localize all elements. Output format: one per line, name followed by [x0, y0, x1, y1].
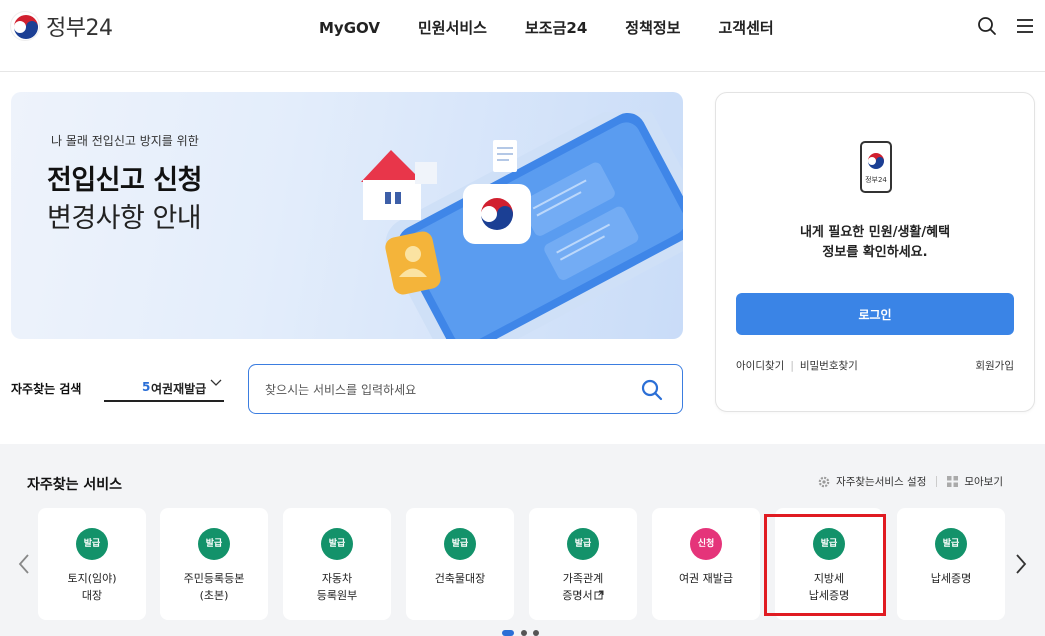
menu-icon[interactable] [1014, 15, 1036, 37]
service-card-label: 건축물대장 [406, 570, 514, 587]
service-card-label-line1: 가족관계 [562, 572, 604, 585]
service-card-label-line1: 납세증명 [930, 572, 972, 585]
signup-link[interactable]: 회원가입 [975, 358, 1014, 373]
favorite-tools: 자주찾는서비스 설정 모아보기 [818, 474, 1003, 489]
hero-banner[interactable]: 나 몰래 전입신고 방지를 위한 전입신고 신청 변경사항 안내 [11, 92, 683, 339]
service-card-building-register[interactable]: 발급 건축물대장 [406, 508, 514, 620]
service-card-tax-certificate[interactable]: 발급 납세증명 [897, 508, 1005, 620]
service-card-label-line2-text: 증명서 [562, 589, 593, 602]
login-button[interactable]: 로그인 [736, 293, 1014, 335]
find-password-link[interactable]: 비밀번호찾기 [800, 360, 858, 372]
hero-title-line2: 변경사항 안내 [47, 203, 202, 234]
main-nav: MyGOV 민원서비스 보조금24 정책정보 고객센터 [300, 16, 793, 40]
hero-title: 전입신고 신청 [47, 165, 202, 196]
view-all-label: 모아보기 [964, 476, 1003, 488]
issue-badge: 발급 [567, 528, 599, 560]
keyword-text: 여권재발급 [151, 382, 207, 396]
header: 정부24 MyGOV 민원서비스 보조금24 정책정보 고객센터 [0, 0, 1045, 72]
service-card-label-line2: 증명서 [529, 587, 637, 604]
service-card-label-line1: 주민등록등본 [183, 572, 245, 585]
service-card-label: 토지(임야) 대장 [38, 570, 146, 604]
login-message: 내게 필요한 민원/생활/혜택 정보를 확인하세요. [716, 223, 1034, 263]
service-card-family-relation[interactable]: 발급 가족관계 증명서 [529, 508, 637, 620]
service-card-label: 주민등록등본 (초본) [160, 570, 268, 604]
keyword-rank: 5 [142, 380, 151, 394]
gear-icon [818, 476, 830, 487]
service-card-label: 여권 재발급 [652, 570, 760, 587]
account-links: 아이디찾기 | 비밀번호찾기 회원가입 [736, 358, 1014, 373]
service-card-label: 지방세 납세증명 [775, 570, 883, 604]
service-card-local-tax-certificate[interactable]: 발급 지방세 납세증명 [775, 508, 883, 620]
frequent-keyword-select[interactable]: 5 여권재발급 [104, 372, 224, 402]
nav-item-subsidy[interactable]: 보조금24 [506, 16, 606, 40]
service-card-label-line2: 납세증명 [808, 589, 850, 602]
service-card-label-line2: 대장 [81, 589, 103, 602]
nav-item-mygov[interactable]: MyGOV [300, 16, 399, 40]
frequent-search-label: 자주찾는 검색 [11, 382, 82, 396]
carousel-next-icon[interactable] [1013, 552, 1029, 576]
external-link-icon [594, 590, 604, 600]
service-card-passport-reissue[interactable]: 신청 여권 재발급 [652, 508, 760, 620]
favorite-settings-button[interactable]: 자주찾는서비스 설정 [818, 474, 926, 489]
search-submit-icon[interactable] [640, 378, 664, 402]
issue-badge: 발급 [935, 528, 967, 560]
find-id-link[interactable]: 아이디찾기 [736, 360, 784, 372]
hero-illustration [361, 112, 683, 339]
favorite-services-title: 자주찾는 서비스 [27, 477, 123, 493]
search-input[interactable] [265, 377, 625, 403]
nav-item-customer-center[interactable]: 고객센터 [699, 16, 792, 40]
service-card-label: 자동차 등록원부 [283, 570, 391, 604]
service-card-label-line1: 토지(임야) [67, 572, 117, 585]
link-divider: | [790, 360, 794, 372]
service-card-label: 납세증명 [897, 570, 1005, 587]
service-card-label: 가족관계 증명서 [529, 570, 637, 604]
taegeuk-logo-icon [10, 11, 40, 41]
phone-logo-text: 정부24 [865, 176, 887, 184]
phone-icon: 정부24 [860, 141, 892, 193]
login-card: 정부24 내게 필요한 민원/생활/혜택 정보를 확인하세요. 로그인 아이디찾… [715, 92, 1035, 412]
favorite-settings-label: 자주찾는서비스 설정 [836, 476, 927, 488]
grid-icon [947, 476, 959, 487]
service-card-label-line1: 지방세 [813, 572, 845, 585]
nav-item-civil-service[interactable]: 민원서비스 [399, 16, 506, 40]
service-card-label-line2: (초본) [199, 589, 229, 602]
service-card-resident-registration[interactable]: 발급 주민등록등본 (초본) [160, 508, 268, 620]
issue-badge: 발급 [813, 528, 845, 560]
issue-badge: 발급 [321, 528, 353, 560]
tool-divider [936, 476, 938, 487]
carousel-pagination[interactable] [502, 630, 546, 636]
search-icon[interactable] [976, 15, 998, 37]
service-card-land-register[interactable]: 발급 토지(임야) 대장 [38, 508, 146, 620]
service-card-label-line1: 건축물대장 [434, 572, 486, 585]
favorite-services-section: 자주찾는 서비스 자주찾는서비스 설정 모아보기 발급 토지(임야) 대장 발급… [0, 444, 1045, 636]
chevron-down-icon [210, 376, 222, 388]
issue-badge: 발급 [76, 528, 108, 560]
service-card-label-line2: 등록원부 [316, 589, 358, 602]
issue-badge: 발급 [444, 528, 476, 560]
hero-subtitle: 나 몰래 전입신고 방지를 위한 [51, 134, 199, 148]
login-message-line1: 내게 필요한 민원/생활/혜택 [799, 225, 951, 240]
logo-text: 정부24 [46, 16, 113, 41]
service-card-label-line1: 여권 재발급 [678, 572, 734, 585]
issue-badge: 발급 [198, 528, 230, 560]
service-card-vehicle-registration[interactable]: 발급 자동차 등록원부 [283, 508, 391, 620]
service-card-label-line1: 자동차 [321, 572, 353, 585]
nav-item-policy[interactable]: 정책정보 [606, 16, 699, 40]
apply-badge: 신청 [690, 528, 722, 560]
search-box [248, 364, 683, 414]
view-all-button[interactable]: 모아보기 [947, 474, 1003, 489]
login-message-line2: 정보를 확인하세요. [822, 245, 928, 260]
page: 정부24 MyGOV 민원서비스 보조금24 정책정보 고객센터 나 몰래 전입… [0, 0, 1045, 636]
carousel-prev-icon[interactable] [16, 552, 32, 576]
logo[interactable]: 정부24 [10, 10, 113, 42]
